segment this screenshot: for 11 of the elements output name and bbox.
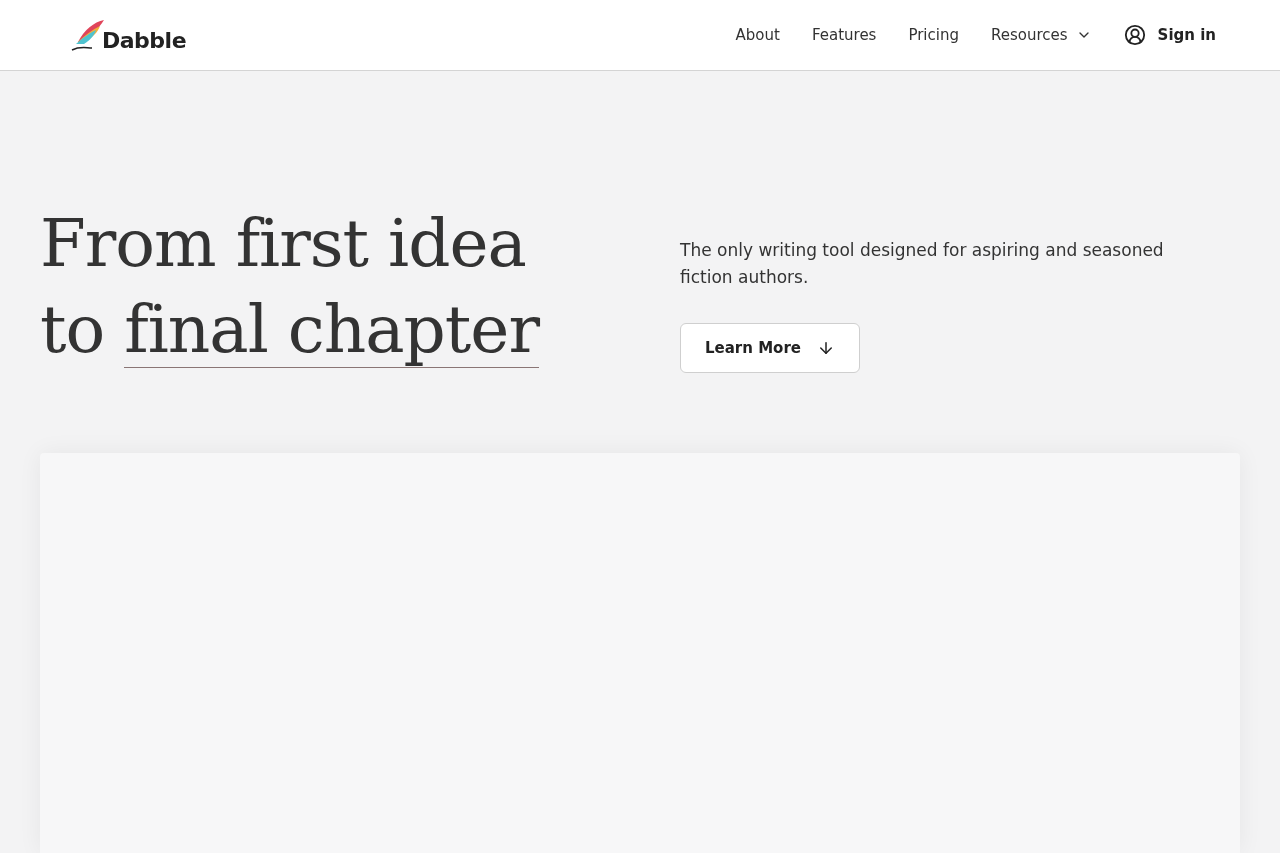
- nav-link[interactable]: Pricing: [908, 26, 959, 44]
- logo-text[interactable]: Dabble: [102, 30, 187, 52]
- feather-logo-icon: [70, 18, 106, 52]
- headline: From first idea to final chapter: [40, 204, 541, 370]
- nav-link[interactable]: Features: [811, 26, 877, 44]
- user-icon: [1123, 24, 1146, 46]
- learn-more-button[interactable]: Learn More: [680, 323, 860, 373]
- nav-dropdown[interactable]: Resources: [991, 26, 1092, 44]
- tagline: The only writing tool designed for aspiring and seasoned fiction authors.: [680, 239, 1165, 289]
- nav-link[interactable]: About: [735, 26, 780, 44]
- sign-in-link[interactable]: Sign in: [1123, 24, 1216, 46]
